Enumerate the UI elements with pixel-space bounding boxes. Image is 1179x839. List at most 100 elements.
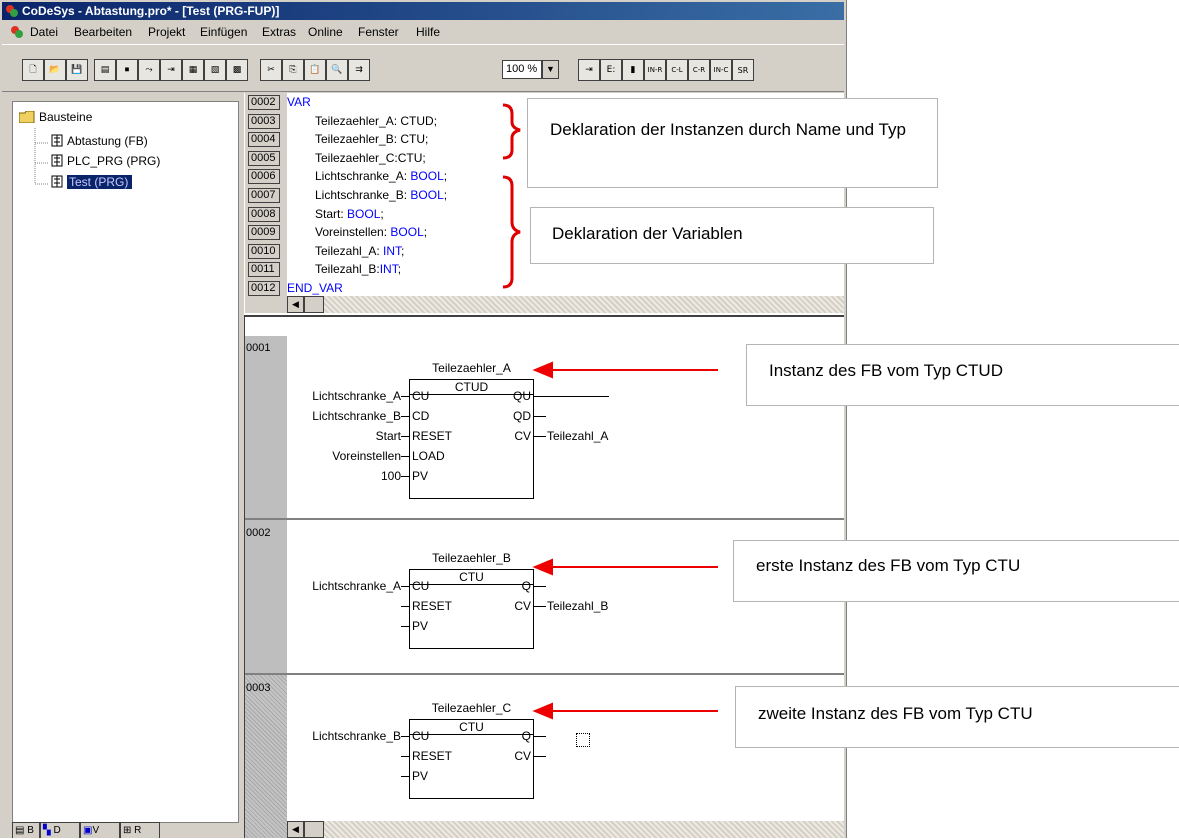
input-wire bbox=[401, 416, 409, 417]
input-wire bbox=[401, 626, 409, 627]
fbd-input-icon[interactable]: E: bbox=[600, 59, 622, 81]
code-line[interactable]: Teilezaehler_A: CTUD; bbox=[315, 114, 437, 128]
callout-net1: Instanz des FB vom Typ CTUD bbox=[746, 344, 1179, 406]
tree-item-label: Abtastung (FB) bbox=[67, 134, 148, 148]
code-line[interactable]: Lichtschranke_A: BOOL; bbox=[315, 169, 447, 183]
fbd-in-r-icon[interactable]: IN-R bbox=[644, 59, 666, 81]
fbd-c-r-icon[interactable]: C-R bbox=[688, 59, 710, 81]
input-signal[interactable]: Start bbox=[376, 429, 401, 443]
input-signal[interactable]: Lichtschranke_B bbox=[312, 729, 401, 743]
callout-instances: Deklaration der Instanzen durch Name und… bbox=[527, 98, 938, 188]
new-file-icon[interactable]: 🗋 bbox=[22, 59, 44, 81]
menu-hilfe[interactable]: Hilfe bbox=[416, 25, 440, 39]
tree-root[interactable]: Bausteine bbox=[19, 110, 92, 124]
zoom-select[interactable]: 100 % bbox=[502, 60, 542, 79]
fb-input-pin: RESET bbox=[412, 749, 453, 763]
title-bar: CoDeSys - Abtastung.pro* - [Test (PRG-FU… bbox=[2, 2, 844, 20]
code-keyword-line[interactable]: END_VAR bbox=[287, 281, 343, 295]
scroll-thumb[interactable] bbox=[304, 821, 324, 838]
fb-instance-name[interactable]: Teilezaehler_C bbox=[409, 701, 534, 715]
code-line[interactable]: Teilezaehler_B: CTU; bbox=[315, 132, 428, 146]
tab-visualisierungen[interactable]: ▣VV bbox=[80, 822, 120, 838]
fb-instance-name[interactable]: Teilezaehler_B bbox=[409, 551, 534, 565]
code-line[interactable]: Teilezahl_A: INT; bbox=[315, 244, 404, 258]
app-menu-icon[interactable] bbox=[10, 25, 24, 39]
code-line[interactable]: Teilezaehler_C:CTU; bbox=[315, 151, 426, 165]
zoom-dropdown-chevron-icon[interactable]: ▼ bbox=[542, 60, 559, 79]
resources-icon: ⊞ bbox=[123, 825, 132, 836]
code-text: Teilezaehler_B: CTU; bbox=[315, 132, 429, 147]
cycle-icon[interactable]: ▦ bbox=[182, 59, 204, 81]
menu-datei[interactable]: Datei bbox=[30, 25, 58, 39]
fbd-c-l-icon[interactable]: C-L bbox=[666, 59, 688, 81]
pou-icon bbox=[51, 154, 63, 167]
code-semicolon: ; bbox=[443, 169, 448, 184]
scroll-thumb[interactable] bbox=[304, 296, 324, 313]
save-icon[interactable]: 💾 bbox=[66, 59, 88, 81]
code-line[interactable]: Teilezahl_B:INT; bbox=[315, 262, 401, 276]
fbd-in-c-icon[interactable]: IN-C bbox=[710, 59, 732, 81]
menu-online[interactable]: Online bbox=[308, 25, 343, 39]
line-number: 0007 bbox=[248, 188, 280, 203]
output-signal[interactable]: Teilezahl_B bbox=[547, 599, 608, 613]
fbd-insert-icon[interactable]: ⇥ bbox=[578, 59, 600, 81]
find-icon[interactable]: 🔍 bbox=[326, 59, 348, 81]
code-type: BOOL bbox=[347, 206, 381, 221]
input-wire bbox=[401, 776, 409, 777]
input-signal[interactable]: 100 bbox=[381, 469, 401, 483]
output-wire bbox=[534, 396, 609, 397]
stop-icon[interactable]: ⏹ bbox=[116, 59, 138, 81]
fb-input-pin: CU bbox=[412, 579, 430, 593]
decl-horizontal-scrollbar[interactable]: ◀ bbox=[287, 296, 844, 313]
paste-icon[interactable]: 📋 bbox=[304, 59, 326, 81]
breakpoint-icon[interactable]: ▧ bbox=[204, 59, 226, 81]
build-icon[interactable]: ▤ bbox=[94, 59, 116, 81]
code-line[interactable]: Start: BOOL; bbox=[315, 207, 384, 221]
code-text: Teilezahl_B: bbox=[315, 262, 380, 277]
fb-instance-name[interactable]: Teilezaehler_A bbox=[409, 361, 534, 375]
output-wire bbox=[534, 586, 546, 587]
scroll-left-icon[interactable]: ◀ bbox=[287, 296, 304, 313]
fb-output-pin: Q bbox=[521, 579, 531, 593]
tab-bausteine[interactable]: ▤ B bbox=[12, 822, 40, 838]
code-line[interactable]: Voreinstellen: BOOL; bbox=[315, 225, 427, 239]
code-keyword-line[interactable]: VAR bbox=[287, 95, 311, 109]
code-line[interactable]: Lichtschranke_B: BOOL; bbox=[315, 188, 447, 202]
find-next-icon[interactable]: ⇉ bbox=[348, 59, 370, 81]
tree-item-test[interactable]: Test (PRG) bbox=[51, 175, 133, 189]
copy-icon[interactable]: ⎘ bbox=[282, 59, 304, 81]
write-values-icon[interactable]: ▩ bbox=[226, 59, 248, 81]
line-number: 0009 bbox=[248, 225, 280, 241]
input-signal[interactable]: Voreinstellen bbox=[332, 449, 401, 463]
fbd-sr-icon[interactable]: SR bbox=[732, 59, 754, 81]
input-signal[interactable]: Lichtschranke_A bbox=[312, 579, 401, 593]
menu-bearbeiten[interactable]: Bearbeiten bbox=[74, 25, 132, 39]
tree-item-plc-prg[interactable]: PLC_PRG (PRG) bbox=[51, 154, 160, 168]
menu-projekt[interactable]: Projekt bbox=[148, 25, 185, 39]
tab-ressourcen[interactable]: ⊞ R bbox=[120, 822, 160, 838]
tab-datentypen[interactable]: ▚ D bbox=[40, 822, 80, 838]
output-placeholder[interactable] bbox=[576, 733, 590, 747]
open-folder-icon[interactable]: 📂 bbox=[44, 59, 66, 81]
tree-item-abtastung[interactable]: Abtastung (FB) bbox=[51, 134, 148, 148]
menu-fenster[interactable]: Fenster bbox=[358, 25, 399, 39]
step-in-icon[interactable]: ⇥ bbox=[160, 59, 182, 81]
scroll-left-icon[interactable]: ◀ bbox=[287, 821, 304, 838]
cut-icon[interactable]: ✂ bbox=[260, 59, 282, 81]
step-icon[interactable]: ⤳ bbox=[138, 59, 160, 81]
fb-input-pin: PV bbox=[412, 469, 429, 483]
tree-lines bbox=[34, 128, 49, 185]
fbd-box-icon[interactable]: ▮ bbox=[622, 59, 644, 81]
menu-einfuegen[interactable]: Einfügen bbox=[200, 25, 247, 39]
code-type: BOOL bbox=[410, 169, 444, 184]
fbd-horizontal-scrollbar[interactable]: ◀ bbox=[287, 821, 844, 838]
input-signal[interactable]: Lichtschranke_A bbox=[312, 389, 401, 403]
input-signal[interactable]: Lichtschranke_B bbox=[312, 409, 401, 423]
line-number: 0010 bbox=[248, 243, 280, 259]
menu-extras[interactable]: Extras bbox=[262, 25, 296, 39]
output-signal[interactable]: Teilezahl_A bbox=[547, 429, 608, 443]
line-number: 0006 bbox=[248, 169, 280, 185]
callout-variables-text: Deklaration der Variablen bbox=[552, 224, 743, 243]
code-text: Teilezaehler_A: CTUD; bbox=[315, 113, 438, 128]
tree-item-label: PLC_PRG (PRG) bbox=[67, 154, 161, 168]
